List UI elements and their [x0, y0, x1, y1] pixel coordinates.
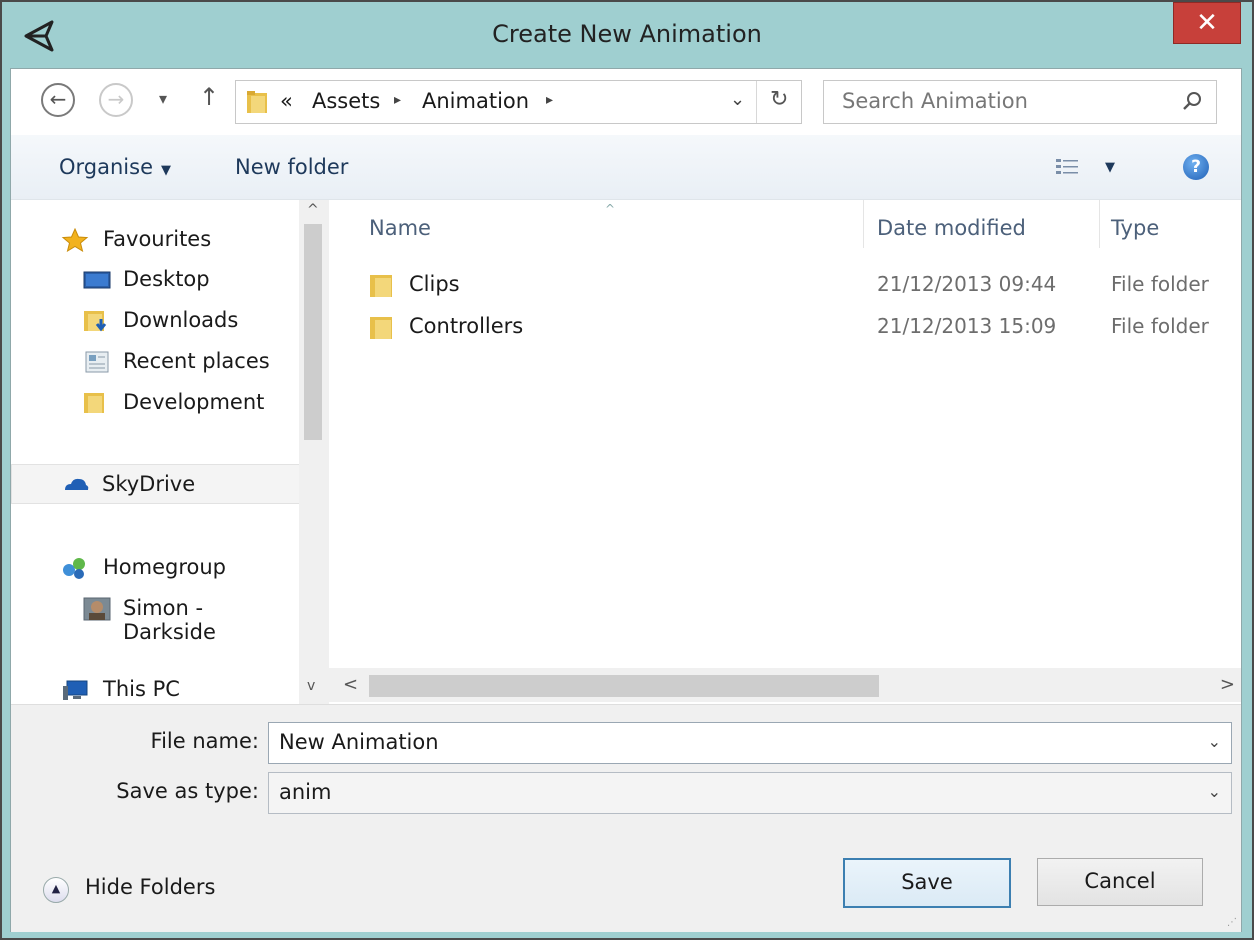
file-list: ^ Name Date modified Type Clips 21/12/20… [329, 200, 1241, 678]
column-divider[interactable] [863, 200, 864, 248]
file-row[interactable]: Controllers 21/12/2013 15:09 File folder [369, 308, 1229, 346]
search-box[interactable]: Search Animation [823, 80, 1217, 124]
folder-icon [247, 91, 267, 113]
address-bar[interactable]: « Assets ▸ Animation ▸ ⌄ ↻ [235, 80, 802, 124]
save-as-type-label: Save as type: [116, 779, 259, 803]
folder-icon [84, 393, 104, 413]
recent-places-icon [85, 351, 109, 373]
resize-grip-icon[interactable]: ⋰ [1227, 917, 1237, 928]
nav-item-label: Desktop [123, 267, 210, 291]
nav-item-homegroup[interactable]: Homegroup [11, 548, 301, 586]
nav-item-this-pc[interactable]: This PC [11, 670, 301, 708]
this-pc-icon [63, 680, 88, 700]
new-folder-button[interactable]: New folder [235, 155, 348, 179]
up-arrow-icon[interactable]: ↑ [199, 83, 219, 111]
address-dropdown-icon[interactable]: ⌄ [730, 89, 745, 110]
back-button[interactable]: ← [41, 83, 75, 117]
command-toolbar: Organise ▼ New folder ▼ ? [11, 135, 1241, 200]
cancel-button[interactable]: Cancel [1037, 858, 1203, 906]
organise-label: Organise [59, 155, 153, 179]
save-form: File name: New Animation ⌄ Save as type:… [11, 704, 1241, 932]
homegroup-icon [63, 558, 85, 579]
column-header-type[interactable]: Type [1111, 216, 1159, 240]
column-divider[interactable] [1099, 200, 1100, 248]
nav-item-development[interactable]: Development [11, 383, 301, 421]
address-divider [756, 81, 757, 123]
help-icon[interactable]: ? [1183, 154, 1209, 180]
breadcrumb-animation[interactable]: Animation [422, 89, 529, 113]
chevron-down-icon[interactable]: ⌄ [1208, 782, 1221, 801]
downloads-icon [84, 311, 107, 332]
search-input[interactable]: Search Animation [842, 89, 1028, 113]
title-bar[interactable]: Create New Animation ✕ [2, 2, 1252, 68]
breadcrumb-assets[interactable]: Assets [312, 89, 380, 113]
nav-item-favourites[interactable]: Favourites [11, 220, 301, 258]
column-header-date-modified[interactable]: Date modified [877, 216, 1026, 240]
folder-icon [370, 317, 392, 339]
nav-item-label: Recent places [123, 349, 270, 373]
organise-menu[interactable]: Organise ▼ [59, 155, 171, 179]
chevron-down-icon[interactable]: ⌄ [1208, 732, 1221, 751]
refresh-icon[interactable]: ↻ [770, 87, 788, 112]
nav-item-label: SkyDrive [102, 472, 196, 496]
star-icon [61, 228, 89, 252]
file-name: Clips [409, 272, 460, 296]
skydrive-icon [65, 478, 89, 490]
dialog-window: Create New Animation ✕ ← → ▾ ↑ « Assets … [0, 0, 1254, 940]
window-title: Create New Animation [492, 20, 762, 48]
folder-icon [370, 275, 392, 297]
file-name-value[interactable]: New Animation [279, 730, 439, 754]
view-details-icon[interactable] [1055, 157, 1079, 177]
navigation-bar: ← → ▾ ↑ « Assets ▸ Animation ▸ ⌄ ↻ Searc… [11, 69, 1241, 135]
nav-item-label: Downloads [123, 308, 239, 332]
nav-item-label: Favourites [103, 227, 212, 251]
nav-item-label: Homegroup [103, 555, 227, 579]
nav-item-recent-places[interactable]: Recent places [11, 342, 301, 380]
scroll-left-icon[interactable]: < [343, 674, 358, 695]
nav-item-downloads[interactable]: Downloads [11, 301, 301, 339]
desktop-icon [83, 271, 111, 289]
save-button[interactable]: Save [843, 858, 1011, 908]
scrollbar-thumb[interactable] [304, 224, 322, 440]
breadcrumb-overflow[interactable]: « [280, 89, 293, 113]
nav-item-label: This PC [103, 677, 180, 701]
file-list-horizontal-scrollbar[interactable]: < > [329, 668, 1241, 702]
dialog-client-area: ← → ▾ ↑ « Assets ▸ Animation ▸ ⌄ ↻ Searc… [10, 68, 1242, 932]
nav-item-skydrive[interactable]: SkyDrive [11, 464, 303, 504]
file-type: File folder [1111, 272, 1209, 296]
file-name-field[interactable]: New Animation ⌄ [268, 722, 1232, 764]
nav-item-label: Simon - Darkside [123, 596, 216, 644]
navigation-pane: Favourites Desktop Downloads Recent plac… [11, 200, 329, 704]
nav-item-desktop[interactable]: Desktop [11, 260, 301, 298]
user-avatar-icon [83, 597, 111, 621]
scrollbar-thumb[interactable] [369, 675, 879, 697]
recent-locations-dropdown-icon[interactable]: ▾ [159, 89, 167, 108]
navigation-pane-scrollbar[interactable]: ^ v [299, 200, 329, 704]
file-date: 21/12/2013 15:09 [877, 314, 1057, 338]
file-type: File folder [1111, 314, 1209, 338]
breadcrumb-separator[interactable]: ▸ [394, 92, 401, 108]
hide-folders-label: Hide Folders [85, 875, 216, 899]
collapse-up-icon: ▲ [43, 877, 69, 903]
file-name-label: File name: [150, 729, 259, 753]
sort-ascending-icon: ^ [605, 202, 616, 216]
nav-item-simon-darkside[interactable]: Simon - Darkside [11, 589, 301, 644]
column-header-name[interactable]: Name [369, 216, 431, 240]
file-date: 21/12/2013 09:44 [877, 272, 1057, 296]
save-as-type-value[interactable]: anim [279, 780, 331, 804]
breadcrumb-separator[interactable]: ▸ [546, 92, 553, 108]
close-button[interactable]: ✕ [1173, 2, 1241, 44]
save-as-type-select[interactable]: anim ⌄ [268, 772, 1232, 814]
file-row[interactable]: Clips 21/12/2013 09:44 File folder [369, 266, 1229, 304]
scroll-right-icon[interactable]: > [1220, 674, 1235, 695]
scroll-up-icon[interactable]: ^ [307, 202, 319, 218]
view-options-dropdown-icon[interactable]: ▼ [1105, 160, 1115, 175]
file-name: Controllers [409, 314, 524, 338]
forward-button[interactable]: → [99, 83, 133, 117]
nav-item-label: Development [123, 390, 265, 414]
chevron-down-icon: ▼ [161, 163, 171, 178]
hide-folders-button[interactable]: ▲ Hide Folders [43, 871, 243, 907]
scroll-down-icon[interactable]: v [307, 678, 315, 694]
search-icon[interactable] [1182, 91, 1202, 111]
